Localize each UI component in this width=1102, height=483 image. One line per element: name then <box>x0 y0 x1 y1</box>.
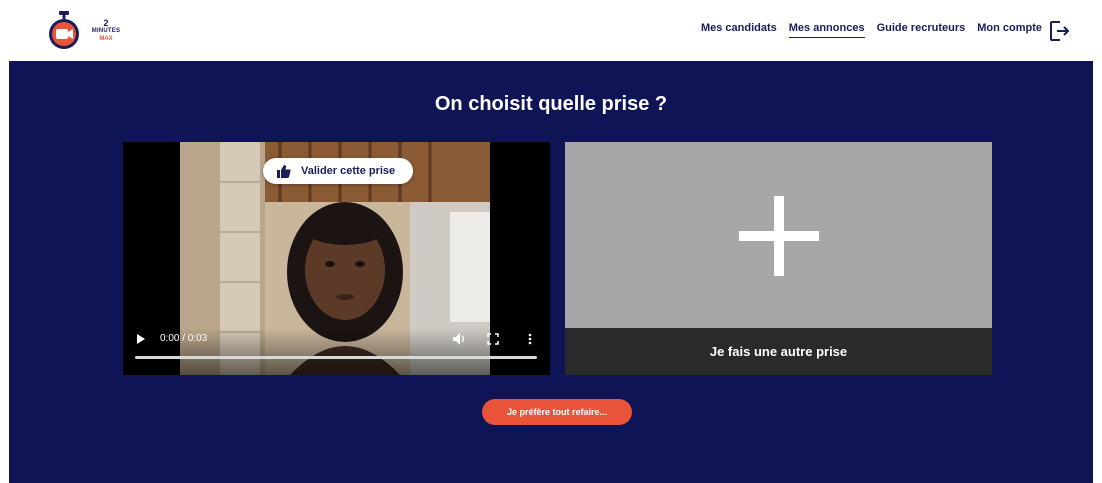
nav-mes-candidats[interactable]: Mes candidats <box>701 22 777 38</box>
main-nav: Mes candidats Mes annonces Guide recrute… <box>701 22 1042 38</box>
video-player[interactable]: Valider cette prise 0:00 / 0:03 <box>123 142 550 375</box>
validate-take-button[interactable]: Valider cette prise <box>263 158 413 184</box>
video-controls: 0:00 / 0:03 <box>123 328 550 375</box>
new-take-label: Je fais une autre prise <box>709 344 848 359</box>
nav-guide-recruteurs[interactable]: Guide recruteurs <box>877 22 966 38</box>
page-title: On choisit quelle prise ? <box>434 93 668 115</box>
logo-word: MINUTES <box>91 28 121 34</box>
stopwatch-camera-icon <box>49 11 79 49</box>
logout-icon[interactable] <box>1047 19 1071 43</box>
brand-logo[interactable]: 2 MINUTES MAX <box>44 10 124 50</box>
logo-wordmark: 2 MINUTES MAX <box>86 19 126 43</box>
redo-all-button[interactable]: Je préfère tout refaire... <box>482 399 632 425</box>
volume-icon[interactable] <box>453 333 465 345</box>
top-header: 2 MINUTES MAX Mes candidats Mes annonces… <box>0 0 1102 60</box>
new-take-button[interactable]: Je fais une autre prise <box>565 142 992 375</box>
logo-number: 2 <box>103 18 109 28</box>
take-selection-panel: On choisit quelle prise ? Valider cette … <box>9 61 1093 483</box>
fullscreen-icon[interactable] <box>487 333 499 345</box>
validate-take-label: Valider cette prise <box>301 165 396 177</box>
plus-icon <box>739 196 819 276</box>
more-options-icon[interactable] <box>528 333 532 345</box>
nav-mes-annonces[interactable]: Mes annonces <box>788 22 865 38</box>
new-take-footer: Je fais une autre prise <box>565 328 992 375</box>
nav-mon-compte[interactable]: Mon compte <box>977 22 1042 38</box>
thumbs-up-icon <box>277 165 291 178</box>
video-progress-bar[interactable] <box>135 356 537 359</box>
video-time: 0:00 / 0:03 <box>160 333 208 344</box>
logo-max: MAX <box>99 36 113 42</box>
play-icon[interactable] <box>136 334 146 344</box>
